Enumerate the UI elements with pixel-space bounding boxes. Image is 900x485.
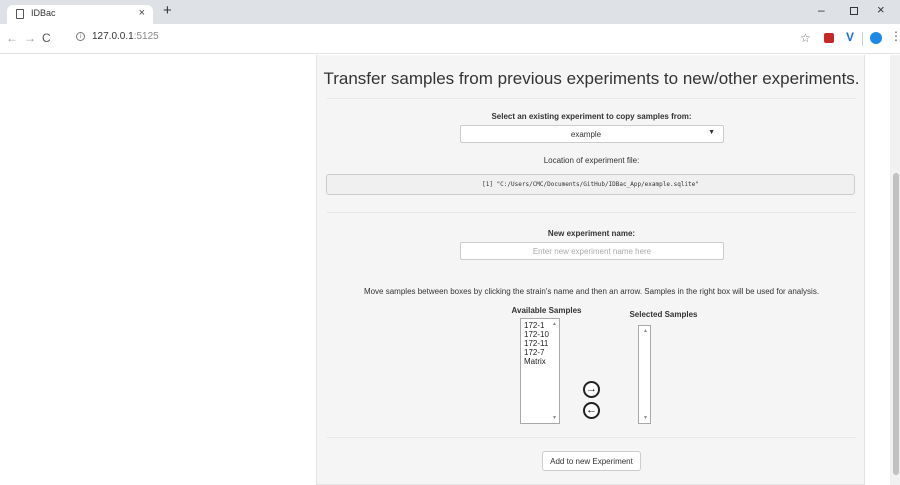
url-port: :5125 [133, 31, 159, 42]
tab-close-icon[interactable]: × [139, 7, 145, 19]
list-item[interactable]: Matrix [521, 357, 559, 366]
maximize-button[interactable] [850, 7, 858, 15]
selected-samples-list[interactable]: ▲ ▼ [638, 325, 651, 424]
location-label: Location of experiment file: [543, 156, 640, 165]
scroll-down-icon[interactable]: ▼ [643, 415, 648, 421]
add-to-new-experiment-button[interactable]: Add to new Experiment [542, 451, 641, 471]
chevron-down-icon: ▼ [708, 129, 715, 136]
location-path: [1] "C:/Users/CMC/Documents/GitHub/IDBac… [326, 174, 855, 195]
scrollbar-thumb[interactable] [893, 173, 899, 475]
close-window-button[interactable]: × [877, 2, 885, 17]
minimize-button[interactable]: – [818, 3, 825, 17]
browser-toolbar: ← → C i 127.0.0.1:5125 ☆ V ⋮ [0, 24, 900, 54]
move-left-button[interactable]: ← [583, 402, 600, 419]
list-item[interactable]: 172-11 [521, 339, 559, 348]
list-item[interactable]: 172-10 [521, 330, 559, 339]
available-samples-list[interactable]: 172-1 172-10 172-11 172-7 Matrix ▲ ▼ [520, 318, 560, 424]
selected-samples-label: Selected Samples [629, 310, 698, 319]
back-arrow-icon[interactable]: ← [6, 31, 18, 45]
scroll-up-icon[interactable]: ▲ [552, 321, 557, 327]
list-item[interactable]: 172-7 [521, 348, 559, 357]
star-icon[interactable]: ☆ [800, 31, 811, 45]
profile-icon[interactable] [870, 32, 882, 44]
divider [327, 98, 856, 99]
page-content: Transfer samples from previous experimen… [0, 55, 900, 485]
scroll-up-icon[interactable]: ▲ [643, 328, 648, 334]
reload-icon[interactable]: C [42, 31, 51, 45]
instructions-text: Move samples between boxes by clicking t… [363, 287, 820, 296]
extension-icon[interactable] [824, 33, 834, 43]
page-icon [16, 9, 24, 19]
toolbar-divider [862, 32, 863, 46]
experiment-select-value: example [570, 130, 602, 139]
menu-icon[interactable]: ⋮ [890, 29, 900, 43]
page-title: Transfer samples from previous experimen… [323, 69, 860, 88]
info-icon[interactable]: i [76, 32, 85, 41]
browser-titlebar: IDBac × + – × [0, 0, 900, 24]
select-experiment-label: Select an existing experiment to copy sa… [491, 112, 692, 121]
address-bar[interactable]: 127.0.0.1:5125 [92, 31, 159, 42]
experiment-select[interactable]: example ▼ [460, 125, 724, 143]
divider [327, 212, 856, 213]
vue-extension-icon[interactable]: V [846, 30, 854, 44]
new-experiment-label: New experiment name: [547, 229, 636, 238]
new-tab-button[interactable]: + [163, 2, 172, 19]
transfer-panel: Transfer samples from previous experimen… [316, 55, 865, 485]
url-host: 127.0.0.1 [92, 31, 134, 42]
new-experiment-name-input[interactable] [460, 242, 724, 260]
divider [327, 437, 856, 438]
scroll-down-icon[interactable]: ▼ [552, 415, 557, 421]
tab-title: IDBac [31, 8, 56, 18]
forward-arrow-icon[interactable]: → [24, 31, 36, 45]
browser-tab[interactable]: IDBac × [7, 5, 153, 24]
move-right-button[interactable]: → [583, 381, 600, 398]
